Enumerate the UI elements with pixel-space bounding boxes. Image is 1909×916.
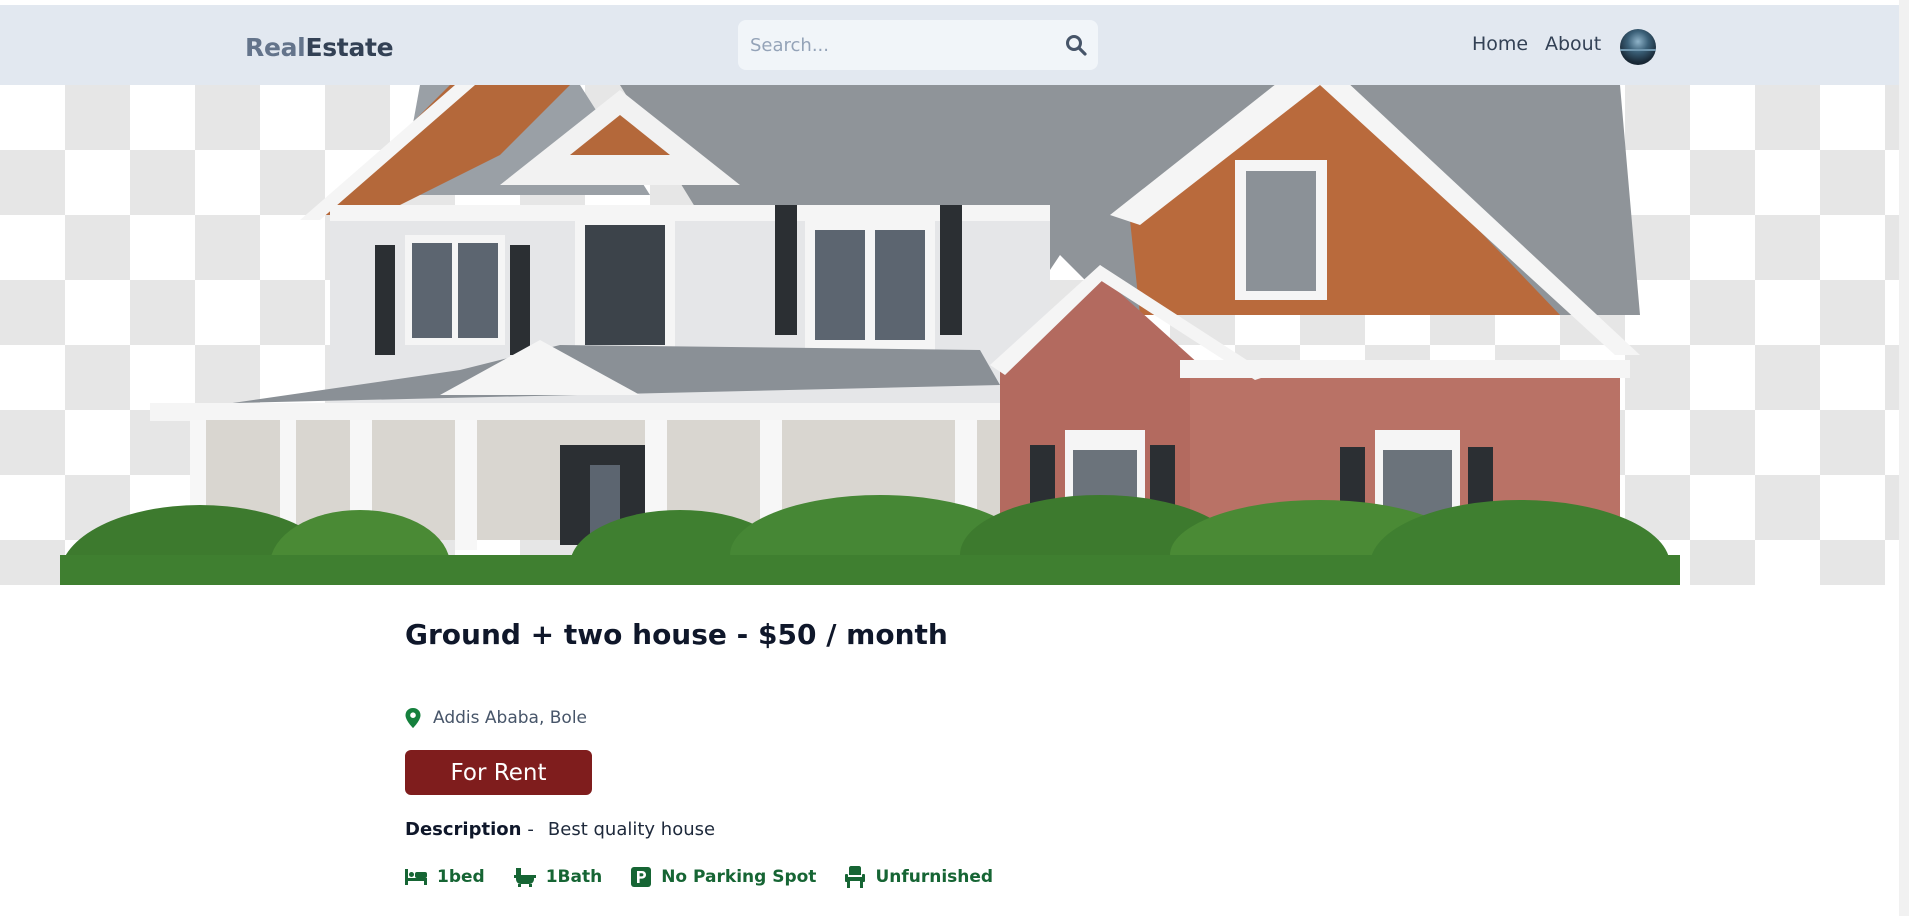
feature-bedrooms: 1bed	[405, 867, 485, 887]
status-badge: For Rent	[405, 750, 592, 795]
feature-furnished-label: Unfurnished	[875, 867, 994, 887]
house-illustration	[60, 85, 1680, 585]
chair-icon	[845, 866, 866, 888]
listing-hero-image	[0, 85, 1899, 585]
feature-furnished: Unfurnished	[845, 866, 993, 888]
logo-real: Real	[245, 33, 306, 62]
location-pin-icon	[405, 708, 421, 728]
feature-bathrooms-label: 1Bath	[545, 867, 603, 887]
search-icon[interactable]	[1064, 33, 1088, 57]
feature-parking-label: No Parking Spot	[661, 867, 817, 887]
bed-icon	[405, 869, 427, 885]
location-text: Addis Ababa, Bole	[433, 708, 587, 728]
logo[interactable]: RealEstate	[245, 33, 394, 62]
description: Description - Best quality house	[405, 819, 715, 840]
logo-estate: Estate	[305, 33, 394, 62]
description-separator: -	[527, 819, 534, 840]
nav-home-link[interactable]: Home	[1472, 33, 1528, 55]
listing-title: Ground + two house - $50 / month	[405, 618, 948, 651]
bath-icon	[513, 868, 536, 887]
search-input[interactable]	[748, 29, 1048, 61]
description-label: Description	[405, 819, 522, 840]
page-scrollbar[interactable]	[1899, 0, 1909, 916]
search-bar	[738, 20, 1098, 70]
feature-parking: No Parking Spot	[631, 867, 816, 887]
listing-location: Addis Ababa, Bole	[405, 706, 587, 730]
navbar: RealEstate Home About	[0, 5, 1899, 85]
listing-features: 1bed 1Bath No Parking Spot Unfurnished	[405, 866, 1022, 888]
avatar[interactable]	[1620, 29, 1656, 65]
feature-bathrooms: 1Bath	[513, 866, 603, 888]
description-text: Best quality house	[547, 819, 716, 840]
feature-bedrooms-label: 1bed	[437, 867, 485, 887]
parking-icon	[631, 867, 652, 887]
nav-about-link[interactable]: About	[1545, 33, 1601, 55]
